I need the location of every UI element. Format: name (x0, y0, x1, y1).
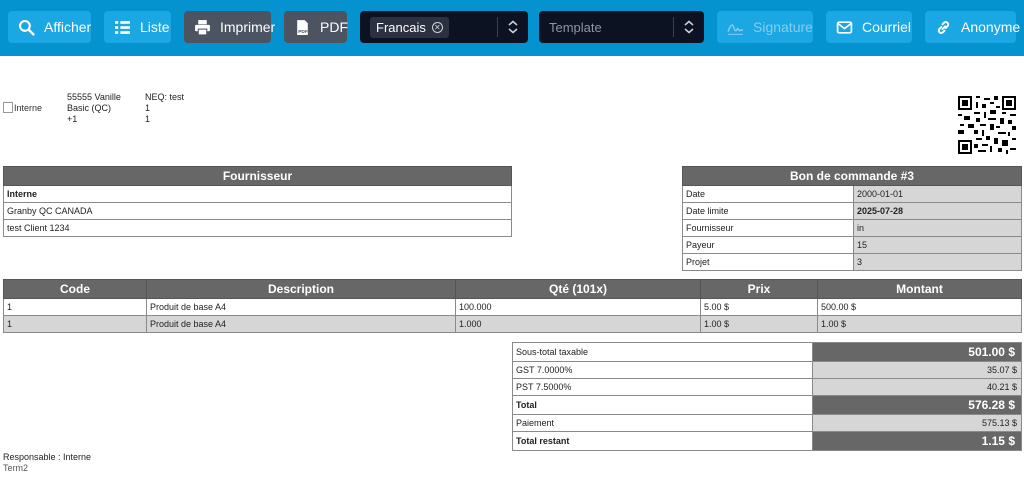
cell-amount: 500.00 $ (817, 298, 1022, 316)
supplier-name: Interne (3, 185, 512, 203)
cell-description: Produit de base A4 (146, 298, 456, 316)
select-separator (497, 17, 498, 37)
chevron-updown-icon[interactable] (506, 19, 520, 35)
items-table: Code Description Qté (101x) Prix Montant… (3, 279, 1022, 333)
supplier-address: Granby QC CANADA (3, 202, 512, 220)
signature-button[interactable]: Signature (717, 11, 813, 43)
subtotal-label: Sous-total taxable (512, 342, 813, 362)
cell-amount: 1.00 $ (817, 315, 1022, 333)
afficher-button[interactable]: Afficher (8, 11, 91, 43)
link-icon (937, 20, 950, 34)
pst-label: PST 7.5000% (512, 378, 813, 396)
total-label: Total (512, 395, 813, 415)
supplier-client: test Client 1234 (3, 219, 512, 237)
language-selected: Francais (376, 19, 426, 35)
supplier-header: Fournisseur (3, 166, 512, 186)
list-icon (115, 20, 130, 34)
remaining-value: 1.15 $ (812, 431, 1022, 451)
cell-price: 1.00 $ (700, 315, 818, 333)
anonyme-button[interactable]: Anonyme (925, 11, 1020, 43)
company-logo: Interne (3, 102, 42, 113)
liste-button[interactable]: Liste (104, 11, 171, 43)
cell-code: 1 (3, 315, 147, 333)
template-select[interactable]: Template (539, 11, 704, 43)
svg-text:PDF: PDF (298, 28, 308, 34)
neq-text: NEQ: test (145, 92, 185, 102)
responsible-text: Responsable : Interne (3, 452, 92, 462)
printer-icon (195, 19, 210, 35)
order-label: Date limite (682, 202, 854, 220)
gst-value: 35.07 $ (812, 361, 1022, 379)
cell-qty: 100.000 (455, 298, 701, 316)
payment-label: Paiement (512, 414, 813, 432)
order-value: 15 (853, 236, 1022, 254)
imprimer-button[interactable]: Imprimer (184, 11, 275, 43)
order-value: in (853, 219, 1022, 237)
anonyme-label: Anonyme (961, 19, 1021, 35)
order-header: Bon de commande #3 (682, 166, 1022, 186)
col-price: Prix (700, 279, 818, 299)
imprimer-label: Imprimer (220, 19, 276, 35)
supplier-table: Fournisseur Interne Granby QC CANADA tes… (3, 166, 512, 237)
logo-alt-text: Interne (14, 102, 43, 113)
courriel-button[interactable]: Courriel (826, 11, 912, 43)
pdf-file-icon: PDF (297, 19, 308, 35)
signature-icon (727, 23, 744, 35)
address-line: Basic (QC) (67, 103, 112, 113)
company-address: 55555 Vanille Basic (QC) +1 (67, 92, 121, 125)
order-info-table: Bon de commande #3 Date 2000-01-01 Date l… (682, 166, 1022, 271)
order-label: Fournisseur (682, 219, 854, 237)
afficher-label: Afficher (44, 19, 92, 35)
col-qty: Qté (101x) (455, 279, 701, 299)
address-line: 55555 Vanille (67, 92, 121, 102)
cell-code: 1 (3, 298, 147, 316)
broken-image-icon (3, 102, 13, 113)
cell-price: 5.00 $ (700, 298, 818, 316)
toolbar: Afficher Liste Imprimer PDF PDF Francais… (0, 0, 1024, 56)
chevron-updown-icon[interactable] (682, 19, 696, 35)
registration-value: 1 (145, 103, 151, 113)
subtotal-value: 501.00 $ (812, 342, 1022, 362)
terminal-text: Term2 (3, 463, 29, 473)
col-description: Description (146, 279, 456, 299)
language-select[interactable]: Francais ✕ (360, 11, 528, 43)
order-value: 2000-01-01 (853, 185, 1022, 203)
cell-description: Produit de base A4 (146, 315, 456, 333)
table-row: 1 Produit de base A4 100.000 5.00 $ 500.… (3, 298, 1022, 316)
search-icon (18, 19, 35, 36)
remaining-label: Total restant (512, 431, 813, 451)
totals-table: Sous-total taxable 501.00 $ GST 7.0000% … (512, 342, 1022, 451)
order-value: 2025-07-28 (853, 202, 1022, 220)
envelope-icon (836, 20, 853, 34)
order-label: Payeur (682, 236, 854, 254)
language-chip[interactable]: Francais ✕ (370, 16, 449, 38)
registration-value: 1 (145, 114, 151, 124)
order-label: Date (682, 185, 854, 203)
gst-label: GST 7.0000% (512, 361, 813, 379)
total-value: 576.28 $ (812, 395, 1022, 415)
order-value: 3 (853, 253, 1022, 271)
company-registration: NEQ: test 1 1 (145, 92, 184, 125)
table-row: 1 Produit de base A4 1.000 1.00 $ 1.00 $ (3, 315, 1022, 333)
qr-code (958, 96, 1016, 154)
col-amount: Montant (817, 279, 1022, 299)
cell-qty: 1.000 (455, 315, 701, 333)
pdf-button[interactable]: PDF PDF (284, 11, 348, 43)
template-placeholder: Template (549, 19, 602, 35)
signature-label: Signature (753, 19, 813, 35)
col-code: Code (3, 279, 147, 299)
payment-value: 575.13 $ (812, 414, 1022, 432)
courriel-label: Courriel (862, 19, 912, 35)
select-separator (673, 17, 674, 37)
clear-icon[interactable]: ✕ (431, 21, 443, 33)
order-label: Projet (682, 253, 854, 271)
liste-label: Liste (140, 19, 170, 35)
pdf-label: PDF (320, 19, 348, 35)
pst-value: 40.21 $ (812, 378, 1022, 396)
phone-line: +1 (67, 114, 78, 124)
